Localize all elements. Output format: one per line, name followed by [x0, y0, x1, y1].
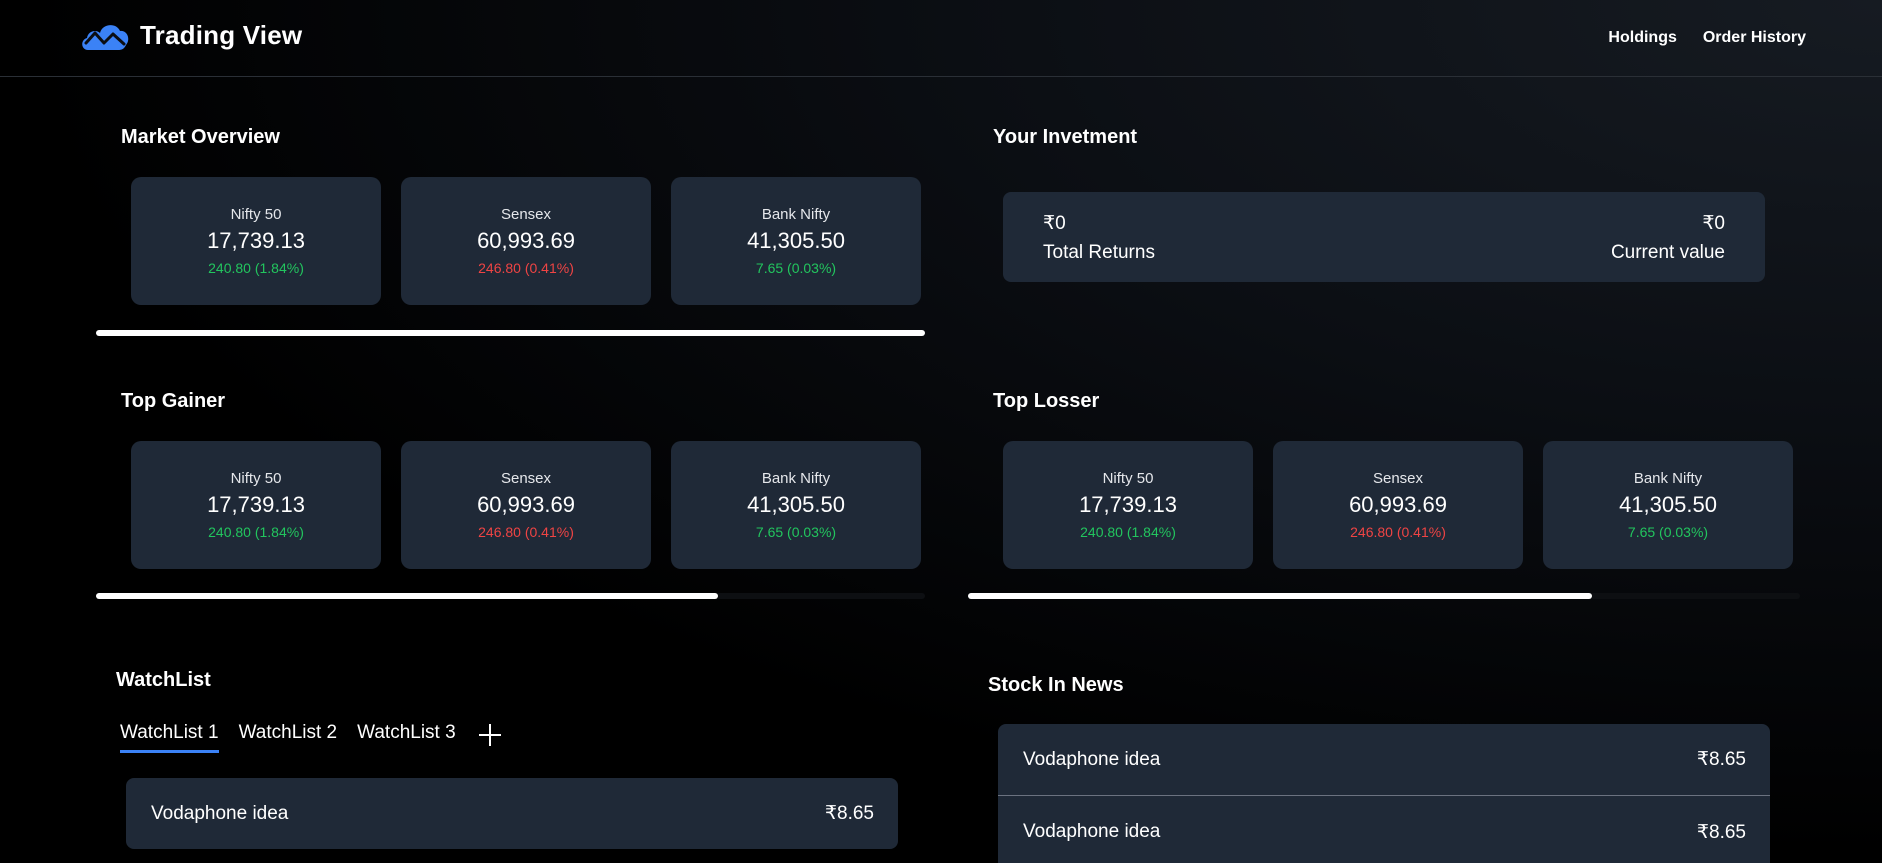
watchlist-tabs: WatchList 1 WatchList 2 WatchList 3 — [120, 722, 502, 753]
index-value: 60,993.69 — [1349, 492, 1447, 517]
main-nav: Holdings Order History — [1608, 29, 1806, 47]
index-change: 246.80 (0.41%) — [478, 260, 574, 276]
index-name: Bank Nifty — [761, 470, 831, 487]
index-change: 240.80 (1.84%) — [1080, 524, 1176, 540]
index-name: Bank Nifty — [1633, 470, 1703, 487]
index-name: Sensex — [500, 206, 552, 223]
index-name: Nifty 50 — [1102, 470, 1154, 487]
watchlist-title: WatchList — [116, 669, 211, 691]
tab-watchlist-3[interactable]: WatchList 3 — [357, 722, 456, 750]
index-card-bank-nifty[interactable]: Bank Nifty 41,305.50 7.65 (0.03%) — [1543, 441, 1793, 569]
current-value-amount: ₹0 — [1702, 213, 1725, 234]
top-gainer-title: Top Gainer — [121, 390, 226, 412]
index-change: 7.65 (0.03%) — [755, 524, 837, 540]
nav-link-holdings[interactable]: Holdings — [1608, 29, 1676, 47]
current-value-label: Current value — [1610, 242, 1725, 263]
top-loser-scrollbar[interactable] — [968, 593, 1800, 599]
index-name: Bank Nifty — [761, 206, 831, 223]
index-value: 41,305.50 — [747, 228, 845, 253]
index-value: 60,993.69 — [477, 228, 575, 253]
top-loser-cards: Nifty 50 17,739.13 240.80 (1.84%) Sensex… — [1003, 441, 1793, 569]
top-gainer-scrollbar[interactable] — [96, 593, 925, 599]
index-value: 41,305.50 — [747, 492, 845, 517]
index-name: Sensex — [500, 470, 552, 487]
market-overview-cards: Nifty 50 17,739.13 240.80 (1.84%) Sensex… — [131, 177, 921, 305]
stock-name: Vodaphone idea — [151, 802, 289, 824]
index-card-nifty-50[interactable]: Nifty 50 17,739.13 240.80 (1.84%) — [131, 441, 381, 569]
index-card-sensex[interactable]: Sensex 60,993.69 246.80 (0.41%) — [401, 177, 651, 305]
investment-title: Your Invetment — [993, 126, 1138, 148]
tab-watchlist-1[interactable]: WatchList 1 — [120, 722, 219, 753]
index-card-nifty-50[interactable]: Nifty 50 17,739.13 240.80 (1.84%) — [1003, 441, 1253, 569]
scrollbar-thumb[interactable] — [968, 593, 1592, 599]
index-change: 7.65 (0.03%) — [1627, 524, 1709, 540]
top-navbar: Trading View Holdings Order History — [0, 0, 1882, 77]
brand-logo[interactable]: Trading View — [80, 20, 302, 51]
index-name: Nifty 50 — [230, 470, 282, 487]
list-item[interactable]: Vodaphone idea ₹8.65 — [998, 724, 1770, 796]
stock-price: ₹8.65 — [1696, 749, 1746, 770]
stock-in-news-title: Stock In News — [988, 674, 1124, 696]
index-value: 17,739.13 — [207, 228, 305, 253]
stock-price: ₹8.65 — [824, 803, 874, 824]
index-name: Sensex — [1372, 470, 1424, 487]
stock-price: ₹8.65 — [1696, 821, 1746, 843]
index-value: 17,739.13 — [1079, 492, 1177, 517]
index-change: 240.80 (1.84%) — [208, 260, 304, 276]
index-value: 60,993.69 — [477, 492, 575, 517]
index-card-bank-nifty[interactable]: Bank Nifty 41,305.50 7.65 (0.03%) — [671, 441, 921, 569]
scrollbar-thumb[interactable] — [96, 330, 925, 336]
index-change: 7.65 (0.03%) — [755, 260, 837, 276]
index-name: Nifty 50 — [230, 206, 282, 223]
market-overview-title: Market Overview — [121, 126, 280, 148]
index-card-sensex[interactable]: Sensex 60,993.69 246.80 (0.41%) — [1273, 441, 1523, 569]
market-overview-scrollbar[interactable] — [96, 330, 925, 336]
stock-name: Vodaphone idea — [1023, 748, 1161, 770]
watchlist-list: Vodaphone idea ₹8.65 — [126, 778, 898, 849]
add-watchlist-icon[interactable] — [478, 723, 502, 747]
investment-summary: ₹0 Total Returns ₹0 Current value — [1003, 192, 1765, 282]
nav-link-order-history[interactable]: Order History — [1703, 29, 1806, 47]
index-card-bank-nifty[interactable]: Bank Nifty 41,305.50 7.65 (0.03%) — [671, 177, 921, 305]
top-gainer-cards: Nifty 50 17,739.13 240.80 (1.84%) Sensex… — [131, 441, 921, 569]
tab-watchlist-2[interactable]: WatchList 2 — [239, 722, 338, 750]
scrollbar-thumb[interactable] — [96, 593, 718, 599]
stock-name: Vodaphone idea — [1023, 821, 1161, 842]
list-item[interactable]: Vodaphone idea ₹8.65 — [126, 778, 898, 849]
top-loser-title: Top Losser — [993, 390, 1100, 412]
news-list: Vodaphone idea ₹8.65 Vodaphone idea ₹8.6… — [998, 724, 1770, 863]
index-change: 240.80 (1.84%) — [208, 524, 304, 540]
index-card-nifty-50[interactable]: Nifty 50 17,739.13 240.80 (1.84%) — [131, 177, 381, 305]
index-value: 17,739.13 — [207, 492, 305, 517]
chart-cloud-icon — [80, 21, 130, 51]
total-returns-label: Total Returns — [1043, 242, 1155, 263]
index-change: 246.80 (0.41%) — [478, 524, 574, 540]
index-card-sensex[interactable]: Sensex 60,993.69 246.80 (0.41%) — [401, 441, 651, 569]
list-item[interactable]: Vodaphone idea ₹8.65 — [998, 796, 1770, 863]
app-title: Trading View — [140, 20, 303, 50]
index-change: 246.80 (0.41%) — [1350, 524, 1446, 540]
total-returns-amount: ₹0 — [1043, 213, 1066, 234]
index-value: 41,305.50 — [1619, 492, 1717, 517]
